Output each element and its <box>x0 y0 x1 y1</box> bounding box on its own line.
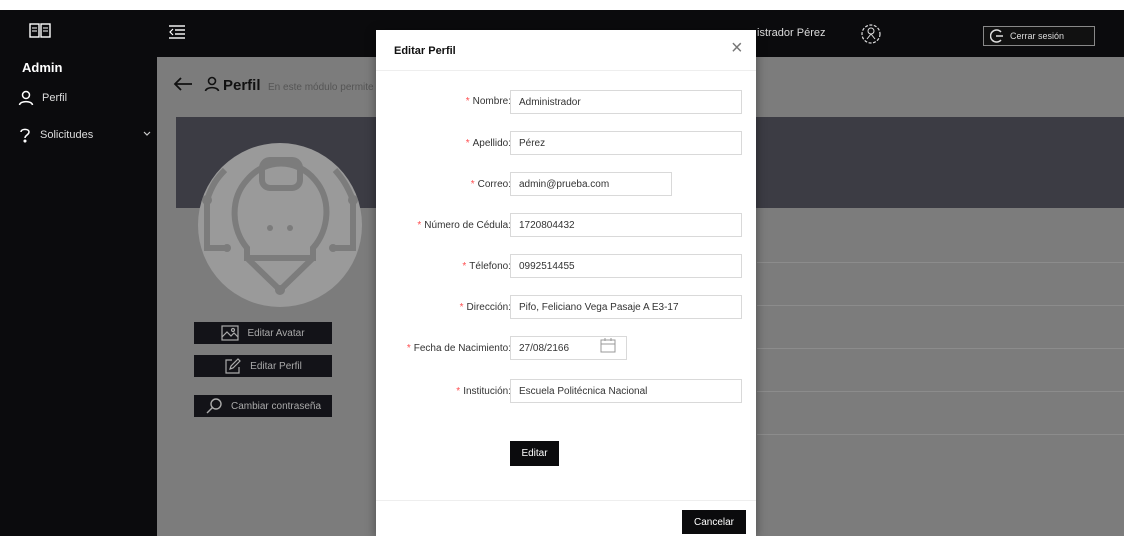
user-avatar-icon[interactable] <box>860 23 882 45</box>
logout-icon <box>990 29 1003 43</box>
fecha-nacimiento-label: * Fecha de Nacimiento: <box>406 343 511 354</box>
page-title: Perfil <box>223 77 261 94</box>
sidebar-item-label: Perfil <box>42 92 68 104</box>
image-icon <box>221 325 240 341</box>
page-description: En este módulo permite <box>268 82 374 93</box>
sidebar-item-perfil[interactable]: Perfil <box>18 90 67 106</box>
edit-profile-modal: Editar Perfil × *Nombre: *Apellido: *Cor… <box>376 30 756 536</box>
question-icon <box>20 128 30 143</box>
logout-label: Cerrar sesión <box>1010 31 1065 41</box>
back-arrow-icon[interactable] <box>173 76 193 92</box>
sidebar-item-solicitudes[interactable]: Solicitudes <box>18 127 93 143</box>
search-key-icon <box>206 398 222 414</box>
calendar-icon[interactable] <box>600 337 616 353</box>
cedula-input[interactable] <box>510 213 742 237</box>
row-divider <box>757 434 1124 435</box>
edit-profile-label: Editar Perfil <box>250 360 302 372</box>
edit-icon <box>225 358 242 374</box>
telefono-input[interactable] <box>510 254 742 278</box>
change-password-label: Cambiar contraseña <box>230 400 322 412</box>
person-icon <box>204 76 220 92</box>
apellido-label: * Apellido: <box>465 138 511 149</box>
user-name: istrador Pérez <box>757 27 826 39</box>
modal-title: Editar Perfil <box>394 45 456 57</box>
direccion-input[interactable] <box>510 295 742 319</box>
cancel-button[interactable]: Cancelar <box>682 510 746 534</box>
nombre-label: * Nombre: <box>465 96 511 107</box>
sidebar: Admin Perfil Solicitudes <box>0 10 157 536</box>
window-top-border <box>0 0 1124 10</box>
lightbulb-iot-avatar <box>198 143 362 307</box>
logout-button[interactable]: Cerrar sesión <box>983 26 1095 46</box>
edit-avatar-label: Editar Avatar <box>247 327 305 339</box>
modal-header-divider <box>376 70 756 71</box>
correo-label: * Correo: <box>470 179 511 190</box>
row-divider <box>757 305 1124 306</box>
modal-footer-divider <box>376 500 756 501</box>
sidebar-item-label: Solicitudes <box>40 129 94 141</box>
sidebar-brand: Admin <box>22 60 63 75</box>
row-divider <box>757 262 1124 263</box>
menu-collapse-icon[interactable] <box>169 25 185 39</box>
row-divider <box>757 348 1124 349</box>
editar-submit-button[interactable]: Editar <box>510 441 559 466</box>
cedula-label: * Número de Cédula: <box>417 220 511 231</box>
book-logo-icon <box>29 23 51 38</box>
chevron-down-icon[interactable] <box>143 131 151 137</box>
close-icon[interactable]: × <box>731 38 743 58</box>
apellido-input[interactable] <box>510 131 742 155</box>
correo-input[interactable] <box>510 172 672 196</box>
institucion-label: * Institución: <box>456 386 511 397</box>
row-divider <box>757 391 1124 392</box>
direccion-label: * Dirección: <box>459 302 511 313</box>
person-icon <box>18 90 34 106</box>
institucion-input[interactable] <box>510 379 742 403</box>
nombre-input[interactable] <box>510 90 742 114</box>
edit-profile-button[interactable]: Editar Perfil <box>194 355 332 377</box>
telefono-label: * Télefono: <box>462 261 511 272</box>
edit-avatar-button[interactable]: Editar Avatar <box>194 322 332 344</box>
change-password-button[interactable]: Cambiar contraseña <box>194 395 332 417</box>
